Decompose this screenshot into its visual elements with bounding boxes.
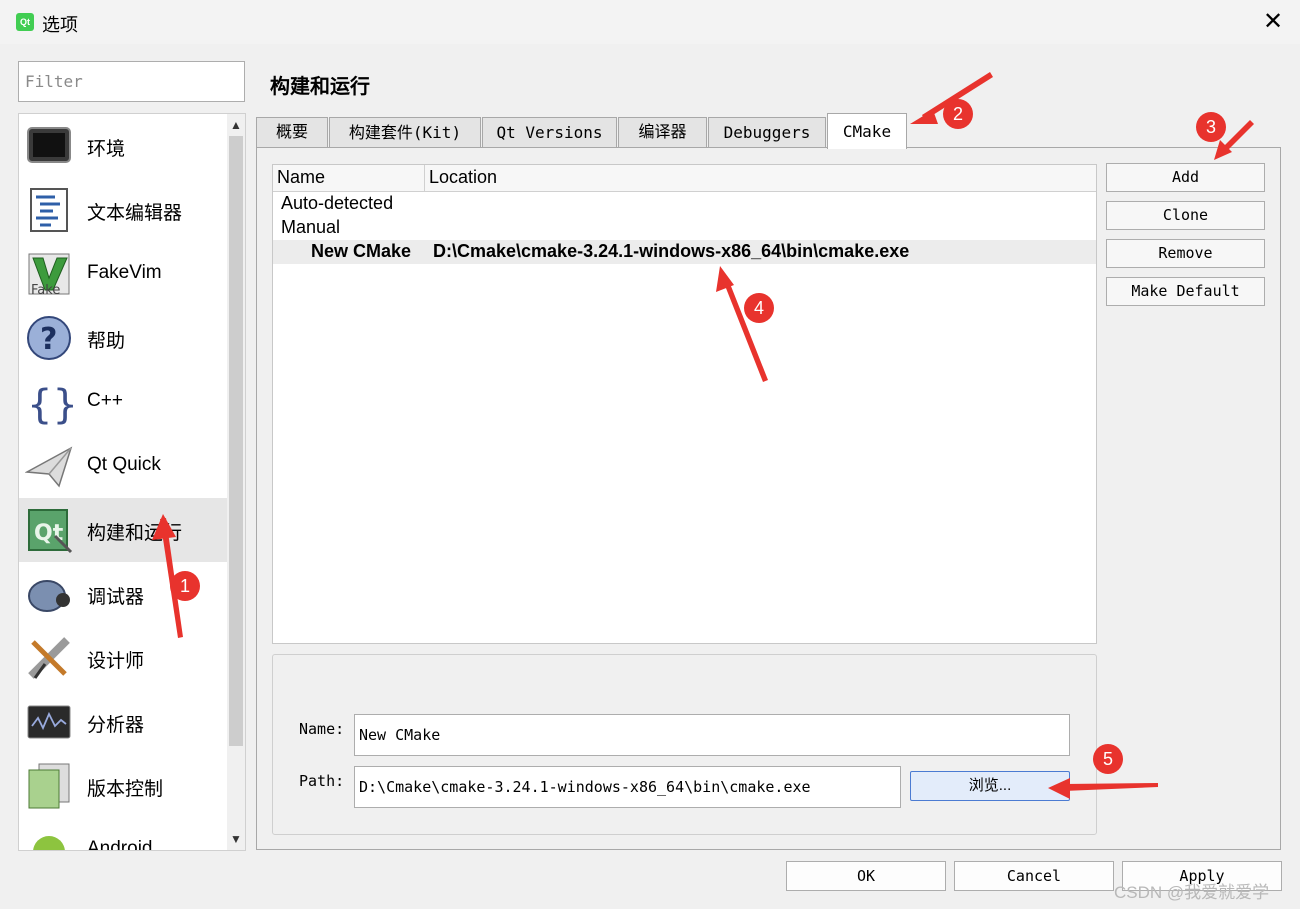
annotation-badge-3: 3 bbox=[1196, 112, 1226, 142]
annotation-badge-2: 2 bbox=[943, 99, 973, 129]
annotation-badge-5: 5 bbox=[1093, 744, 1123, 774]
annotation-badge-4: 4 bbox=[744, 293, 774, 323]
annotation-arrow-4 bbox=[722, 276, 768, 382]
tab-cmake[interactable]: CMake bbox=[827, 113, 907, 149]
annotation-badge-1: 1 bbox=[170, 571, 200, 601]
annotation-arrow-5 bbox=[1064, 783, 1158, 791]
annotation-arrow-1-head bbox=[152, 514, 176, 540]
annotation-arrow-5-head bbox=[1048, 778, 1070, 799]
watermark: CSDN @我爱就爱学 bbox=[1114, 883, 1270, 902]
